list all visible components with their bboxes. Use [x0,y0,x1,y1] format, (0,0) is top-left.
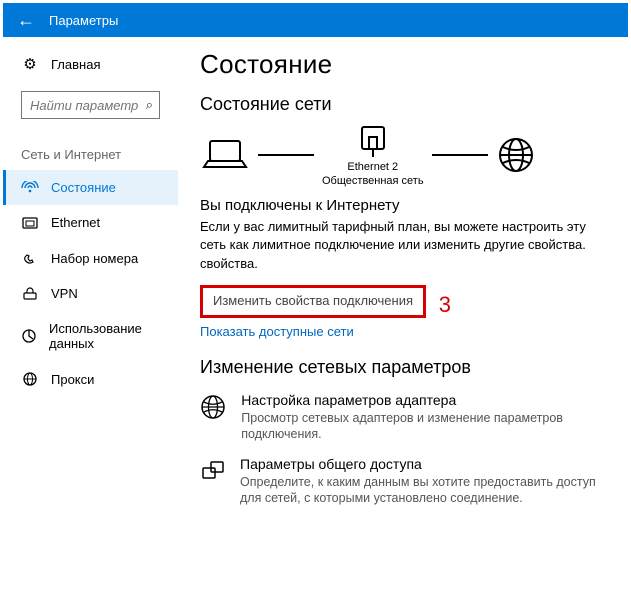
sidebar-home[interactable]: ⚙ Главная [3,47,178,81]
setting-row-adapter[interactable]: Настройка параметров адаптера Просмотр с… [200,392,610,443]
sidebar: ⚙ Главная ⌕ Сеть и Интернет Состояние Et… [3,37,178,586]
sidebar-item-proxy[interactable]: Прокси [3,361,178,397]
back-button[interactable]: ← [9,3,43,37]
sidebar-item-label: Ethernet [51,215,100,230]
main-panel: Состояние Состояние сети Ethernet 2 Обще… [178,37,628,586]
connection-line-icon [258,154,314,156]
data-usage-icon [21,328,37,344]
ethernet-icon [21,216,39,230]
proxy-icon [21,371,39,387]
sidebar-item-label: Прокси [51,372,94,387]
setting-row-sharing[interactable]: Параметры общего доступа Определите, к к… [200,456,610,507]
search-icon: ⌕ [146,97,153,113]
vpn-icon [21,287,39,301]
laptop-icon [200,137,250,173]
globe-icon [200,392,227,443]
page-title: Состояние [200,49,610,80]
status-paragraph: Если у вас лимитный тарифный план, вы мо… [200,218,610,253]
phone-icon [21,250,39,266]
router-icon [356,123,390,159]
sidebar-item-label: VPN [51,286,78,301]
setting-title: Параметры общего доступа [240,456,610,472]
gear-icon: ⚙ [21,55,39,73]
show-available-networks-link[interactable]: Показать доступные сети [200,324,610,339]
sidebar-home-label: Главная [51,57,100,72]
sidebar-item-dialup[interactable]: Набор номера [3,240,178,276]
sidebar-item-label: Использование данных [49,321,160,351]
window-title: Параметры [49,13,118,28]
setting-title: Настройка параметров адаптера [241,392,610,408]
annotation-number: 3 [439,292,451,318]
network-diagram: Ethernet 2 Общественная сеть [200,123,610,187]
section-change-network: Изменение сетевых параметров [200,357,610,378]
connection-line-icon [432,154,488,156]
titlebar: ← Параметры [3,3,628,37]
sidebar-item-status[interactable]: Состояние [3,170,178,205]
status-icon [21,181,39,195]
sharing-icon [200,456,226,507]
sidebar-item-datausage[interactable]: Использование данных [3,311,178,361]
change-props-label: Изменить свойства подключения [213,293,413,308]
status-paragraph-2: свойства. [200,255,610,273]
sidebar-item-ethernet[interactable]: Ethernet [3,205,178,240]
search-input-wrap[interactable]: ⌕ [21,91,160,119]
setting-desc: Просмотр сетевых адаптеров и изменение п… [241,410,610,443]
diagram-caption-top: Ethernet 2 [347,161,398,173]
sidebar-item-vpn[interactable]: VPN [3,276,178,311]
search-input[interactable] [28,94,142,117]
change-connection-properties-link[interactable]: Изменить свойства подключения 3 [200,285,426,318]
arrow-left-icon: ← [17,10,35,31]
sidebar-item-label: Состояние [51,180,116,195]
setting-desc: Определите, к каким данным вы хотите пре… [240,474,610,507]
diagram-caption-bottom: Общественная сеть [322,175,424,187]
sidebar-section-label: Сеть и Интернет [3,125,178,170]
connected-heading: Вы подключены к Интернету [200,197,610,214]
globe-icon [496,135,536,175]
section-network-status: Состояние сети [200,94,610,115]
sidebar-item-label: Набор номера [51,251,138,266]
